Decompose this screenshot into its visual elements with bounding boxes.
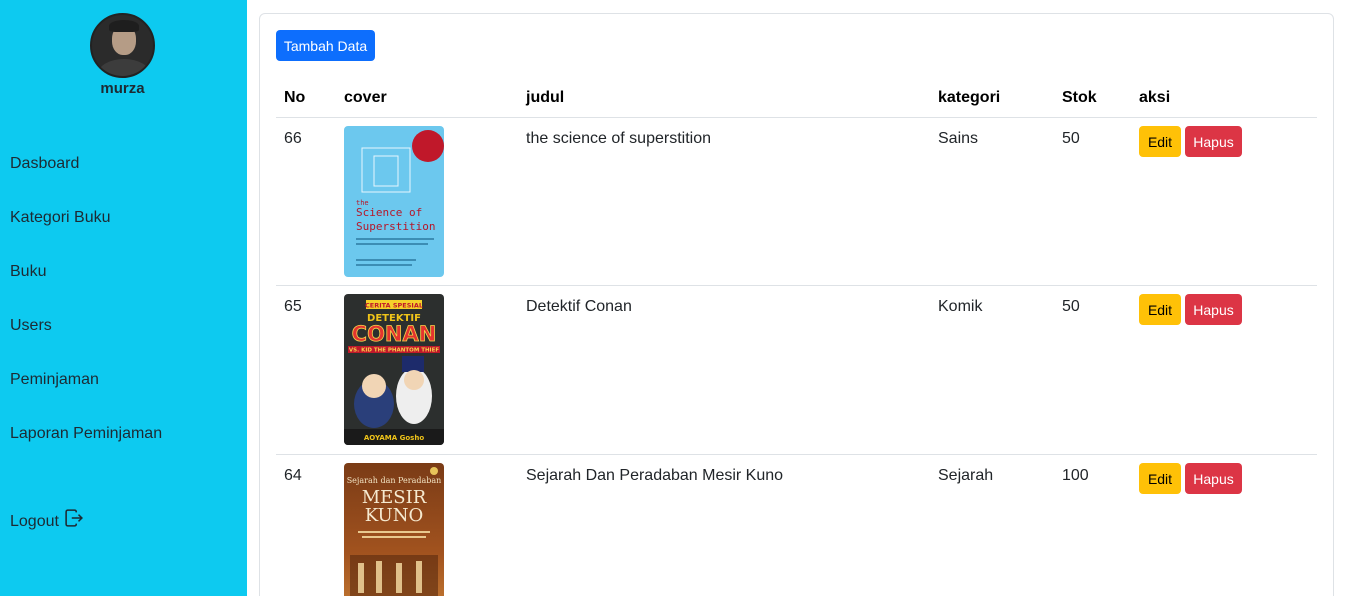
book-cover-image: Sejarah dan Peradaban MESIR KUNO (344, 463, 444, 596)
column-header-stok: Stok (1062, 89, 1097, 106)
cell-judul: the science of superstition (526, 130, 711, 147)
cover-title-line2: CONAN (352, 322, 437, 346)
username: murza (100, 80, 145, 97)
avatar (90, 13, 155, 78)
add-data-button[interactable]: Tambah Data (276, 30, 375, 61)
column-header-aksi: aksi (1139, 89, 1171, 106)
cover-title-line1: Sejarah dan Peradaban (347, 476, 442, 485)
sidebar-item-kategori-buku[interactable]: Kategori Buku (10, 209, 111, 227)
cover-title-line2: Science of (356, 206, 422, 219)
book-cover-image: CERITA SPESIAL DETEKTIF CONAN VS. KID TH… (344, 294, 444, 445)
delete-button[interactable]: Hapus (1185, 463, 1242, 494)
cover-subtitle: VS. KID THE PHANTOM THIEF (349, 348, 440, 354)
edit-button[interactable]: Edit (1139, 463, 1181, 494)
sidebar-item-peminjaman[interactable]: Peminjaman (10, 371, 99, 389)
cell-judul: Sejarah Dan Peradaban Mesir Kuno (526, 467, 784, 484)
cell-judul: Detektif Conan (526, 298, 632, 315)
table-divider (276, 285, 1317, 286)
cover-title-line3: Superstition (356, 220, 435, 233)
sidebar-item-laporan-peminjaman[interactable]: Laporan Peminjaman (10, 425, 162, 443)
cell-kategori: Sejarah (938, 467, 994, 484)
sidebar-item-buku[interactable]: Buku (10, 263, 46, 281)
column-header-judul: judul (526, 89, 565, 106)
logout-link[interactable]: Logout (10, 509, 83, 531)
cell-kategori: Komik (938, 298, 983, 315)
cell-no: 64 (284, 467, 302, 484)
column-header-kategori: kategori (938, 89, 1001, 106)
cover-banner: CERITA SPESIAL (365, 302, 423, 310)
edit-button[interactable]: Edit (1139, 294, 1181, 325)
cell-no: 65 (284, 298, 302, 315)
delete-button[interactable]: Hapus (1185, 126, 1242, 157)
cell-kategori: Sains (938, 130, 979, 147)
cell-stok: 50 (1062, 130, 1080, 147)
sidebar-item-dasboard[interactable]: Dasboard (10, 155, 79, 173)
cover-title-line3: KUNO (365, 505, 423, 526)
cell-no: 66 (284, 130, 302, 147)
book-cover-image: the Science of Superstition (344, 126, 444, 277)
edit-button[interactable]: Edit (1139, 126, 1181, 157)
cell-stok: 100 (1062, 467, 1089, 484)
column-header-no: No (284, 89, 306, 106)
column-header-cover: cover (344, 89, 387, 106)
table-divider (276, 454, 1317, 455)
logout-label: Logout (10, 513, 59, 530)
cell-stok: 50 (1062, 298, 1080, 315)
logout-icon (65, 509, 83, 527)
sidebar: murza Dasboard Kategori Buku Buku Users … (0, 0, 247, 596)
cover-author: AOYAMA Gosho (364, 434, 424, 442)
delete-button[interactable]: Hapus (1185, 294, 1242, 325)
table-divider (276, 117, 1317, 118)
sidebar-item-users[interactable]: Users (10, 317, 52, 335)
